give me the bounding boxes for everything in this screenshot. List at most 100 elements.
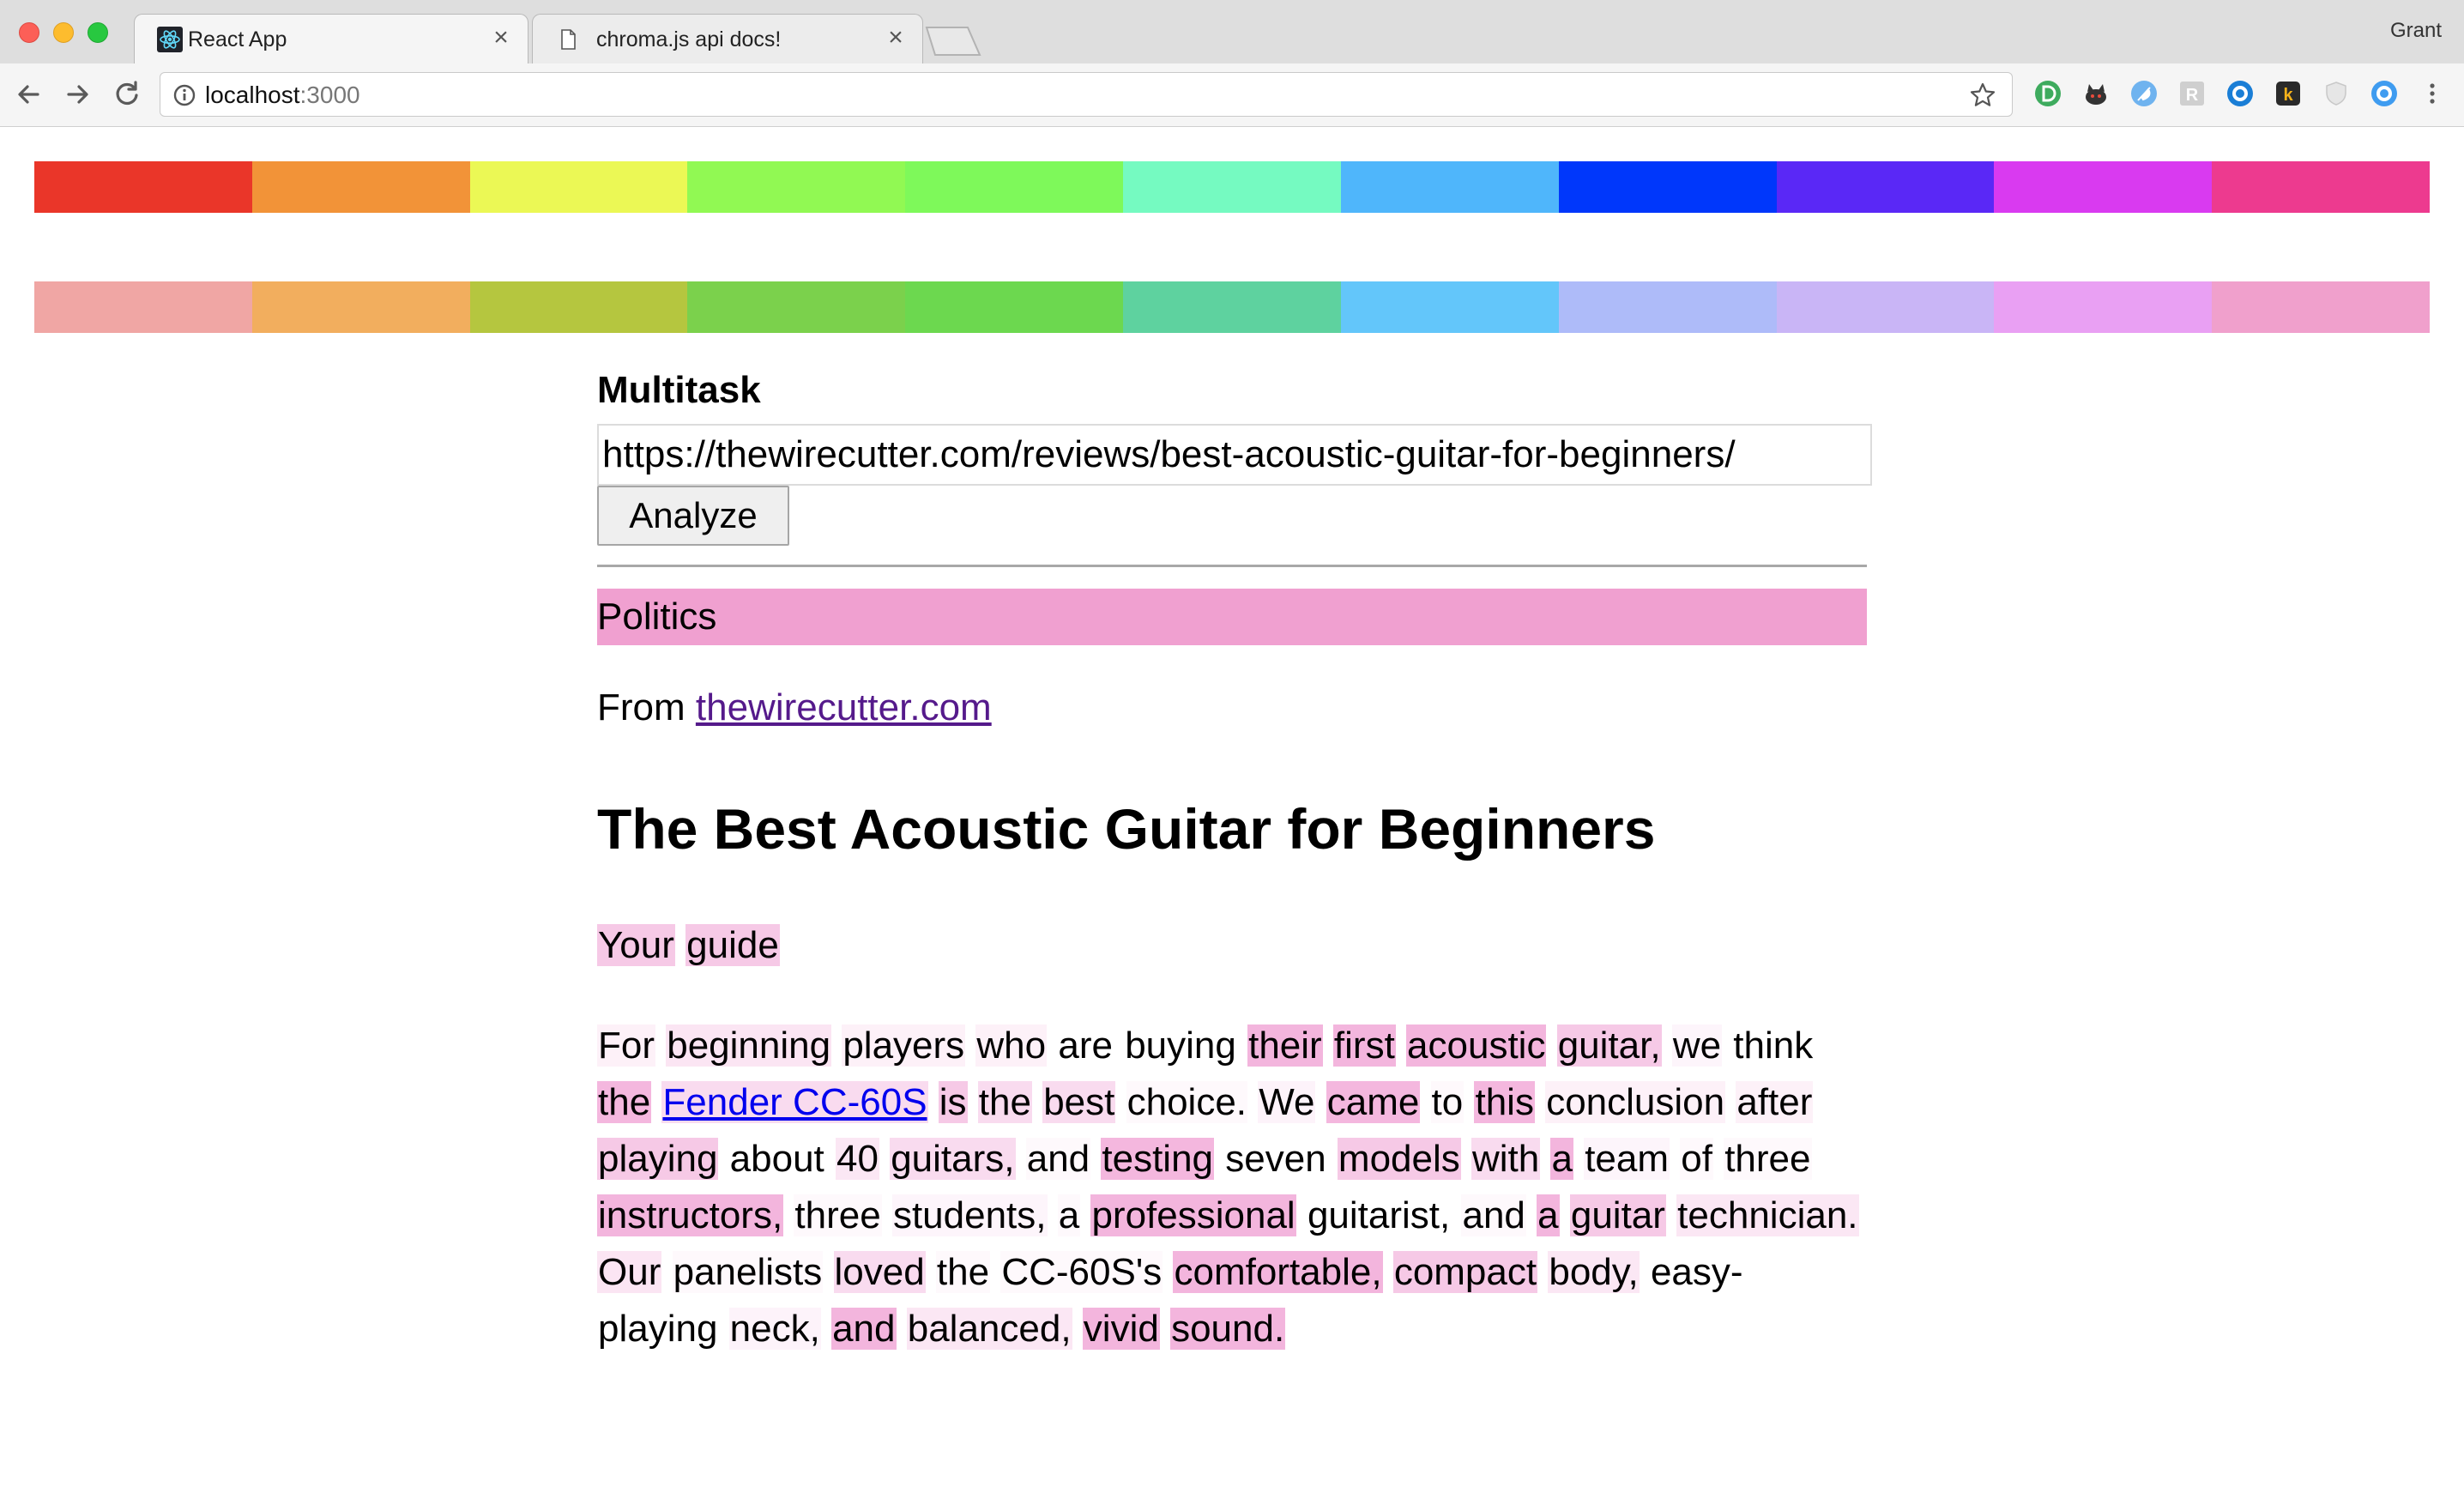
highlighted-word: best bbox=[1042, 1081, 1116, 1123]
highlighted-word: came bbox=[1326, 1081, 1421, 1123]
muted-swatch-5 bbox=[905, 281, 1124, 333]
light-blue-ring-extension-icon[interactable] bbox=[2370, 79, 2399, 108]
k-extension-icon[interactable]: k bbox=[2274, 79, 2303, 108]
highlighted-word: the bbox=[597, 1081, 652, 1123]
text-line: Our panelists loved the CC-60S's comfort… bbox=[597, 1244, 1867, 1301]
reload-icon[interactable] bbox=[110, 77, 144, 112]
close-window-button[interactable] bbox=[19, 22, 39, 43]
muted-swatch-9 bbox=[1776, 281, 1995, 333]
article-lede: Your guide bbox=[597, 922, 780, 970]
info-icon[interactable] bbox=[172, 83, 196, 107]
new-tab-button[interactable] bbox=[923, 26, 983, 57]
highlighted-word: guide bbox=[685, 924, 780, 966]
shield-extension-icon[interactable] bbox=[2322, 79, 2351, 108]
saturated-swatch-1 bbox=[34, 161, 252, 213]
highlighted-word: and bbox=[831, 1308, 897, 1350]
forward-arrow-icon[interactable] bbox=[60, 77, 94, 112]
cat-extension-icon[interactable] bbox=[2081, 79, 2111, 108]
highlighted-word: body, bbox=[1548, 1251, 1640, 1293]
analyze-button[interactable]: Analyze bbox=[597, 486, 789, 546]
url-port: :3000 bbox=[299, 82, 360, 108]
gray-r-extension-icon[interactable]: R bbox=[2177, 79, 2207, 108]
highlighted-word: playing bbox=[597, 1138, 719, 1180]
source-prefix: From bbox=[597, 686, 696, 728]
muted-swatch-1 bbox=[34, 281, 252, 333]
highlighted-word: testing bbox=[1101, 1138, 1215, 1180]
muted-swatch-2 bbox=[251, 281, 470, 333]
highlighted-word: technician. bbox=[1676, 1194, 1859, 1236]
highlighted-word: sound. bbox=[1170, 1308, 1286, 1350]
zoom-window-button[interactable] bbox=[88, 22, 108, 43]
tab-close-icon[interactable]: × bbox=[488, 25, 514, 51]
article-title: The Best Acoustic Guitar for Beginners bbox=[597, 797, 1656, 861]
highlighted-word: Our bbox=[597, 1251, 662, 1293]
text-line: the Fender CC-60S is the best choice. We… bbox=[597, 1074, 1867, 1131]
highlighted-word: acoustic bbox=[1406, 1024, 1547, 1067]
highlighted-word: beginning bbox=[666, 1024, 832, 1067]
saturated-color-palette bbox=[34, 161, 2430, 213]
highlighted-word: a bbox=[1057, 1194, 1081, 1236]
highlighted-word: the bbox=[935, 1251, 991, 1293]
text-line: instructors, three students, a professio… bbox=[597, 1188, 1867, 1244]
highlighted-word: compact bbox=[1392, 1251, 1538, 1293]
product-link[interactable]: Fender CC-60S bbox=[661, 1081, 928, 1123]
highlighted-word: team bbox=[1584, 1138, 1670, 1180]
saturated-swatch-4 bbox=[687, 161, 906, 213]
highlighted-word: loved bbox=[833, 1251, 926, 1293]
highlighted-word: guitars, bbox=[890, 1138, 1016, 1180]
blue-ring-extension-icon[interactable] bbox=[2225, 79, 2255, 108]
highlighted-word: CC-60S's bbox=[1000, 1251, 1163, 1293]
source-line: From thewirecutter.com bbox=[597, 686, 992, 729]
document-icon bbox=[561, 29, 576, 50]
saturated-swatch-9 bbox=[1776, 161, 1995, 213]
highlighted-word: we bbox=[1671, 1024, 1723, 1067]
tab-title: chroma.js api docs! bbox=[596, 27, 782, 51]
highlighted-word: who bbox=[975, 1024, 1048, 1067]
bookmark-star-icon[interactable] bbox=[1969, 82, 1996, 109]
minimize-window-button[interactable] bbox=[53, 22, 74, 43]
highlighted-word: of bbox=[1680, 1138, 1713, 1180]
highlighted-word: are bbox=[1058, 1024, 1113, 1067]
source-link[interactable]: thewirecutter.com bbox=[696, 686, 992, 728]
highlighted-word: to bbox=[1430, 1081, 1465, 1123]
blue-feather-extension-icon[interactable] bbox=[2129, 79, 2159, 108]
react-logo-icon bbox=[157, 27, 183, 52]
highlighted-word: a bbox=[1537, 1194, 1560, 1236]
tab-react-app[interactable]: React App × bbox=[134, 14, 528, 63]
svg-text:R: R bbox=[2186, 86, 2199, 105]
highlighted-word: We bbox=[1258, 1081, 1316, 1123]
tab-chroma-docs[interactable]: chroma.js api docs! × bbox=[532, 14, 923, 63]
green-d-extension-icon[interactable] bbox=[2033, 79, 2062, 108]
highlighted-word: balanced, bbox=[906, 1308, 1072, 1350]
highlighted-word: guitarist, bbox=[1307, 1194, 1451, 1236]
back-arrow-icon[interactable] bbox=[12, 77, 46, 112]
highlighted-word: buying bbox=[1125, 1024, 1236, 1067]
muted-swatch-7 bbox=[1340, 281, 1559, 333]
saturated-swatch-2 bbox=[251, 161, 470, 213]
highlighted-word: with bbox=[1471, 1138, 1541, 1180]
kebab-menu-icon[interactable] bbox=[2419, 79, 2445, 108]
highlighted-word: students, bbox=[891, 1194, 1048, 1236]
highlighted-word: comfortable, bbox=[1173, 1251, 1383, 1293]
highlighted-word: models bbox=[1337, 1138, 1461, 1180]
url-input[interactable] bbox=[597, 424, 1872, 486]
highlighted-word: choice. bbox=[1126, 1081, 1248, 1123]
text-line: playing neck, and balanced, vivid sound. bbox=[597, 1301, 1867, 1357]
category-banner: Politics bbox=[597, 589, 1867, 645]
address-bar[interactable]: localhost:3000 bbox=[160, 72, 2013, 117]
highlighted-word: think bbox=[1733, 1024, 1814, 1067]
highlighted-word: For bbox=[597, 1024, 655, 1067]
divider bbox=[597, 565, 1867, 567]
saturated-swatch-3 bbox=[469, 161, 688, 213]
tab-close-icon[interactable]: × bbox=[883, 25, 909, 51]
highlighted-word: conclusion bbox=[1545, 1081, 1726, 1123]
highlighted-word: easy- bbox=[1650, 1251, 1743, 1293]
saturated-swatch-11 bbox=[2212, 161, 2430, 213]
highlighted-word: neck, bbox=[728, 1308, 821, 1350]
highlighted-word: 40 bbox=[836, 1138, 879, 1180]
profile-name[interactable]: Grant bbox=[2390, 19, 2442, 43]
highlighted-word: seven bbox=[1225, 1138, 1326, 1180]
saturated-swatch-5 bbox=[905, 161, 1124, 213]
browser-toolbar: localhost:3000 R k bbox=[0, 63, 2464, 127]
muted-swatch-11 bbox=[2212, 281, 2430, 333]
